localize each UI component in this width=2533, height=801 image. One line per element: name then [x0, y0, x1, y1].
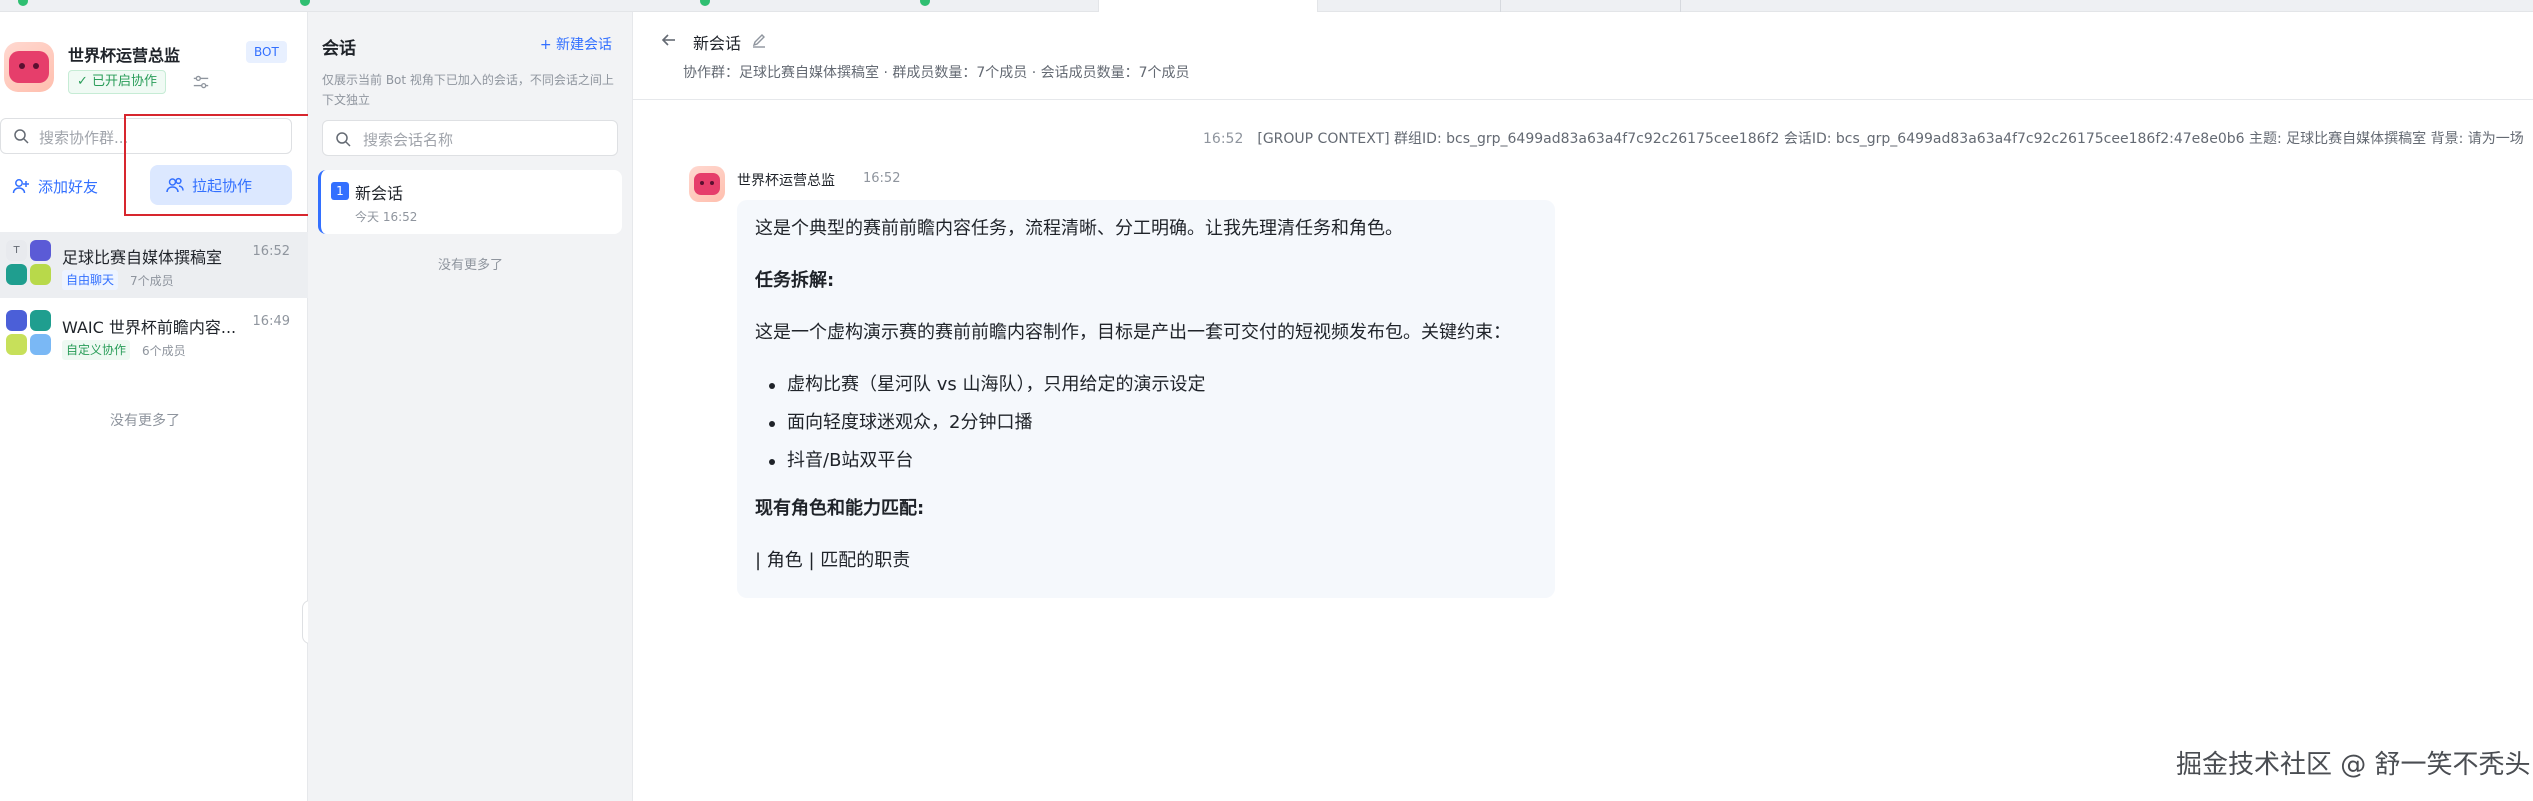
sessions-title: 会话 — [322, 39, 356, 59]
message-sender: 世界杯运营总监 — [737, 173, 835, 189]
new-session-button[interactable]: + 新建会话 — [540, 34, 612, 54]
add-user-icon — [12, 179, 29, 194]
chat-title: 新会话 — [693, 34, 742, 53]
search-icon — [14, 129, 29, 144]
session-search-input[interactable]: 搜索会话名称 — [322, 120, 618, 156]
session-time: 今天 16:52 — [355, 210, 418, 224]
sessions-panel: 会话 + 新建会话 仅展示当前 Bot 视角下已加入的会话，不同会话之间上下文独… — [308, 12, 633, 801]
message-bubble: 这是个典型的赛前前瞻内容任务，流程清晰、分工明确。让我先理清任务和角色。 任务拆… — [737, 200, 1555, 598]
group-name: 足球比赛自媒体撰稿室 — [62, 248, 223, 267]
list-item: 抖音/B站双平台 — [768, 446, 1205, 484]
watermark: 掘金技术社区 @ 舒一笑不秃头 — [2176, 750, 2531, 780]
groups-end-text: 没有更多了 — [110, 413, 180, 429]
chat-meta: 协作群：足球比赛自媒体撰稿室 · 群成员数量：7个成员 · 会话成员数量：7个成… — [683, 65, 1190, 81]
left-panel: 世界杯运营总监 BOT ✓ 已开启协作 搜索协作群... 添加好友 拉起协作 T… — [0, 12, 308, 801]
message-time: 16:52 — [863, 171, 901, 186]
bot-badge: BOT — [246, 41, 287, 63]
group-tag: 自定义协作 — [62, 340, 131, 360]
group-context-message: 16:52 [GROUP CONTEXT] 群组ID: bcs_grp_6499a… — [1203, 128, 2533, 148]
tab-separator — [1500, 0, 1501, 12]
group-member-count: 7个成员 — [130, 274, 174, 288]
group-time: 16:52 — [252, 244, 290, 259]
tab-status-dot — [300, 0, 310, 6]
collab-status-badge[interactable]: ✓ 已开启协作 — [68, 70, 167, 94]
sessions-description: 仅展示当前 Bot 视角下已加入的会话，不同会话之间上下文独立 — [322, 73, 614, 107]
tab-status-dot — [700, 0, 710, 6]
bot-name: 世界杯运营总监 — [68, 46, 181, 65]
chat-panel: 新会话 协作群：足球比赛自媒体撰稿室 · 群成员数量：7个成员 · 会话成员数量… — [633, 12, 2533, 801]
pull-collab-button[interactable]: 拉起协作 — [150, 165, 292, 205]
users-icon — [166, 177, 184, 193]
session-index-badge: 1 — [331, 182, 349, 200]
group-search-placeholder: 搜索协作群... — [39, 129, 129, 147]
message-table-line: | 角色 | 匹配的职责 — [755, 550, 911, 571]
message-intro: 这是个典型的赛前前瞻内容任务，流程清晰、分工明确。让我先理清任务和角色。 — [755, 218, 1403, 239]
session-search-placeholder: 搜索会话名称 — [363, 131, 454, 149]
message-body: 这是一个虚构演示赛的赛前前瞻内容制作，目标是产出一套可交付的短视频发布包。关键约… — [755, 322, 1511, 343]
group-avatar-stack: T — [6, 240, 52, 286]
search-icon — [336, 132, 351, 147]
check-icon: ✓ — [77, 74, 93, 89]
chat-header: 新会话 协作群：足球比赛自媒体撰稿室 · 群成员数量：7个成员 · 会话成员数量… — [633, 12, 2533, 100]
message-avatar[interactable] — [689, 166, 725, 202]
group-item[interactable]: T 足球比赛自媒体撰稿室 16:52 自由聊天 7个成员 — [0, 232, 308, 298]
tab-status-dot — [920, 0, 930, 6]
session-item[interactable]: 1 新会话 今天 16:52 — [318, 170, 622, 234]
session-name: 新会话 — [355, 184, 404, 203]
tab-status-dot — [18, 0, 28, 6]
sessions-end-text: 没有更多了 — [437, 258, 503, 273]
add-friend-button[interactable]: 添加好友 — [0, 166, 130, 206]
add-friend-label: 添加好友 — [38, 177, 99, 196]
group-search-input[interactable]: 搜索协作群... — [0, 118, 292, 154]
active-tab[interactable] — [1098, 0, 1318, 12]
group-tag: 自由聊天 — [62, 270, 119, 290]
group-time: 16:49 — [252, 314, 290, 329]
back-arrow-icon[interactable] — [659, 30, 679, 50]
message-section-title: 现有角色和能力匹配: — [755, 498, 925, 519]
bot-header: 世界杯运营总监 BOT ✓ 已开启协作 — [0, 26, 308, 106]
message-section-title: 任务拆解: — [755, 270, 835, 291]
group-member-count: 6个成员 — [142, 344, 186, 358]
context-text: [GROUP CONTEXT] 群组ID: bcs_grp_6499ad83a6… — [1257, 131, 2524, 147]
tab-separator — [1680, 0, 1681, 12]
edit-icon[interactable] — [751, 32, 767, 48]
settings-icon[interactable] — [192, 73, 210, 91]
collab-status-label: 已开启协作 — [92, 74, 158, 89]
group-name: WAIC 世界杯前瞻内容... — [62, 318, 237, 337]
message-bullet-list: 虚构比赛（星河队 vs 山海队），只用给定的演示设定 面向轻度球迷观众，2分钟口… — [768, 370, 1205, 484]
group-item[interactable]: WAIC 世界杯前瞻内容... 16:49 自定义协作 6个成员 — [0, 302, 308, 368]
pull-collab-label: 拉起协作 — [192, 176, 253, 195]
list-item: 面向轻度球迷观众，2分钟口播 — [768, 408, 1205, 446]
context-time: 16:52 — [1203, 131, 1244, 147]
bot-avatar[interactable] — [4, 42, 54, 92]
top-tab-strip — [0, 0, 2533, 12]
list-item: 虚构比赛（星河队 vs 山海队），只用给定的演示设定 — [768, 370, 1205, 408]
group-avatar-stack — [6, 310, 52, 356]
